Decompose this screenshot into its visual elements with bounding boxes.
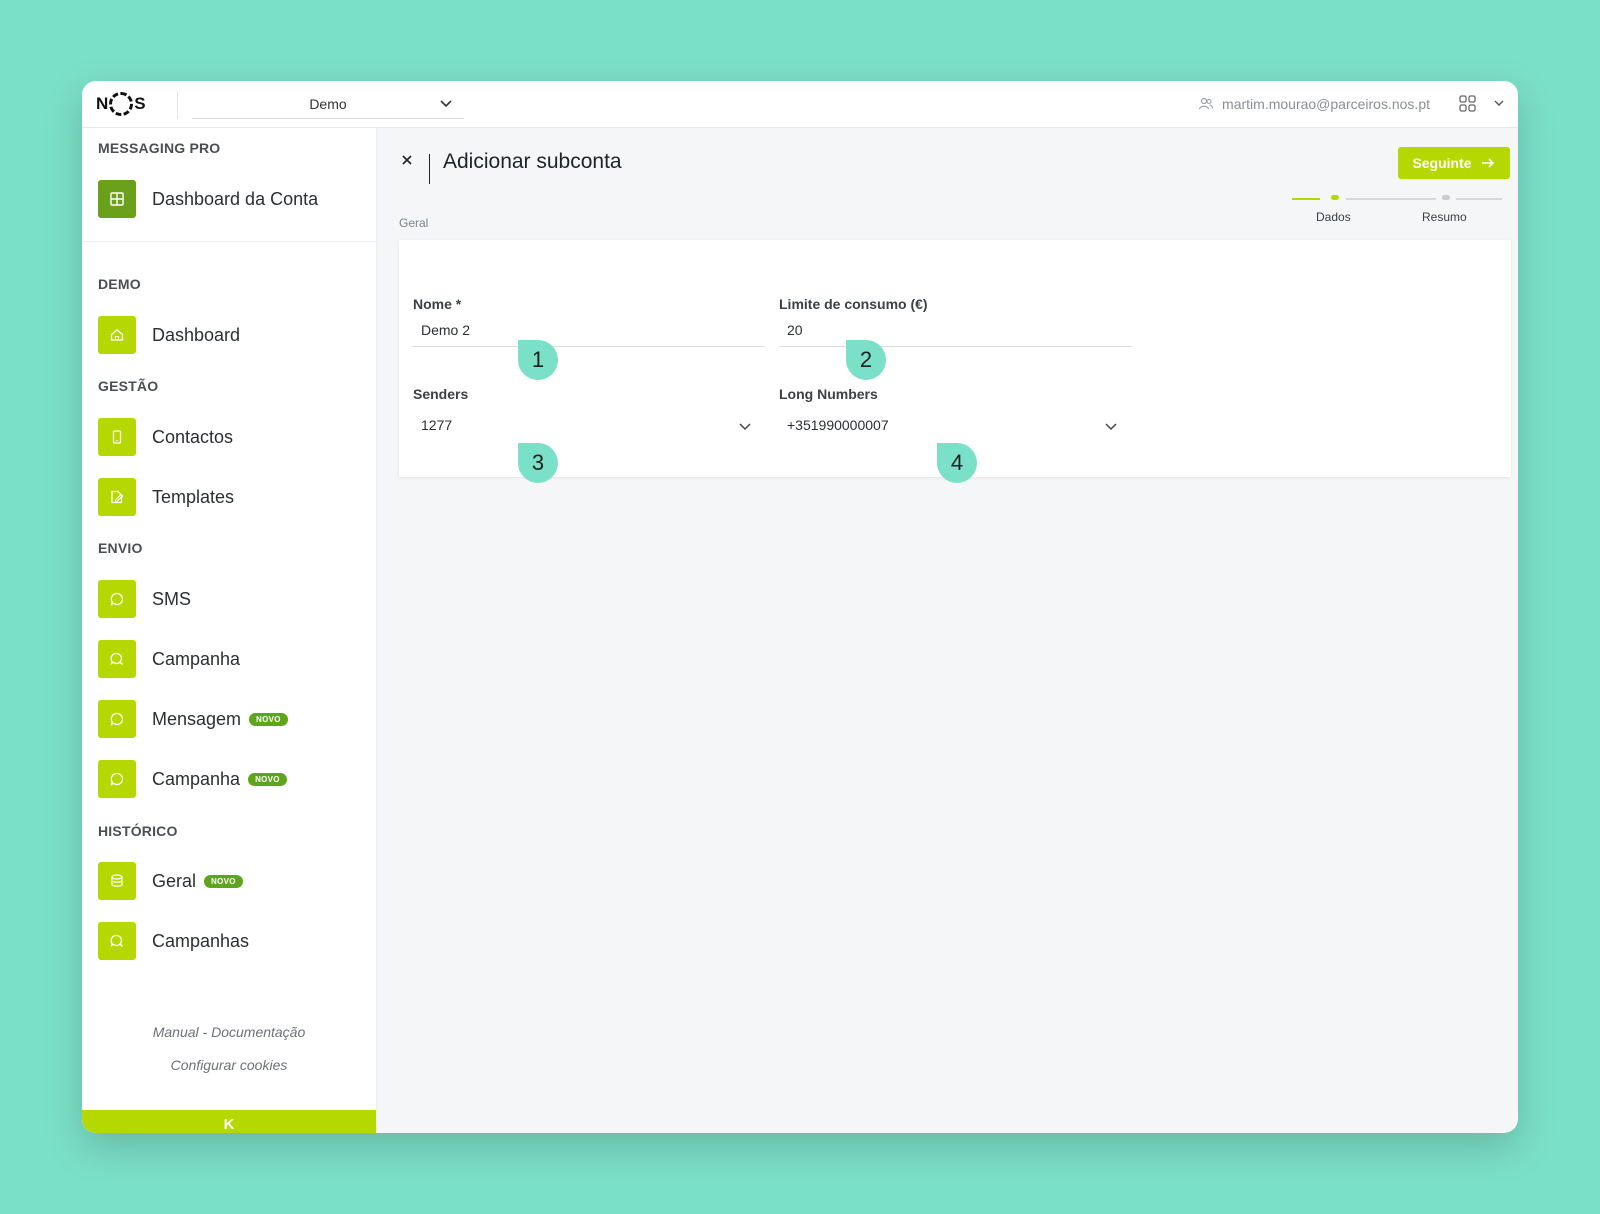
sidebar-item-label: Campanha <box>152 768 241 789</box>
chat-icon <box>98 580 136 618</box>
nos-logo[interactable]: N S <box>96 90 146 118</box>
nome-label: Nome * <box>413 296 462 312</box>
step-label-resumo[interactable]: Resumo <box>1422 210 1467 224</box>
sidebar: MESSAGING PRO Dashboard da Conta DEMO Da… <box>82 128 377 1133</box>
next-button[interactable]: Seguinte <box>1398 147 1510 179</box>
sidebar-divider <box>82 241 376 242</box>
sidebar-item-campanhas[interactable]: Campanhas <box>98 921 249 961</box>
app-window: N S Demo martim.mourao@parceiros.nos.pt <box>82 81 1518 1133</box>
next-button-label: Seguinte <box>1412 155 1472 171</box>
sidebar-item-label: Mensagem <box>152 708 242 729</box>
section-envio: ENVIO <box>98 540 143 556</box>
section-messaging-pro: MESSAGING PRO <box>98 140 221 156</box>
sidebar-item-sms[interactable]: SMS <box>98 579 191 619</box>
stepper-line-done <box>1292 198 1320 200</box>
stepper-line <box>1456 198 1502 200</box>
chevron-down-icon <box>1105 423 1117 431</box>
sidebar-item-label: Templates <box>152 486 235 507</box>
title-divider <box>429 154 430 184</box>
main-content: Adicionar subconta Seguinte Dados Resumo… <box>377 128 1518 1133</box>
senders-select[interactable]: 1277 <box>413 408 765 442</box>
manual-link[interactable]: Manual - Documentação <box>82 1024 376 1040</box>
annotation-marker-1: 1 <box>518 340 558 380</box>
annotation-marker-2: 2 <box>846 340 886 380</box>
users-icon <box>1198 97 1214 110</box>
section-historico: HISTÓRICO <box>98 823 178 839</box>
novo-badge: NOVO <box>248 772 287 786</box>
sidebar-item-campanha[interactable]: Campanha <box>98 639 240 679</box>
novo-badge: NOVO <box>204 874 243 888</box>
logo-letter-n: N <box>96 94 109 113</box>
sidebar-item-label: Dashboard <box>152 324 241 345</box>
account-select[interactable]: Demo <box>192 89 464 119</box>
chat-icon <box>98 760 136 798</box>
stepper: Dados Resumo <box>1292 195 1502 232</box>
long-numbers-label: Long Numbers <box>779 386 878 402</box>
cookies-link[interactable]: Configurar cookies <box>82 1057 376 1073</box>
edit-icon <box>98 478 136 516</box>
home-icon <box>98 316 136 354</box>
chat-search-icon <box>98 640 136 678</box>
grid-icon <box>98 180 136 218</box>
nome-input[interactable]: Demo 2 <box>413 313 765 347</box>
chevron-down-icon[interactable] <box>1492 96 1506 110</box>
collapse-icon: K <box>223 1116 235 1133</box>
section-gestao: GESTÃO <box>98 378 159 394</box>
user-email: martim.mourao@parceiros.nos.pt <box>1222 96 1430 112</box>
breadcrumb: Geral <box>399 216 429 230</box>
sidebar-item-mensagem[interactable]: Mensagem NOVO <box>98 699 288 739</box>
step-label-dados[interactable]: Dados <box>1316 210 1351 224</box>
sidebar-item-contactos[interactable]: Contactos <box>98 417 233 457</box>
annotation-marker-3: 3 <box>518 443 558 483</box>
chat-icon <box>98 700 136 738</box>
sidebar-item-label: Campanha <box>152 648 241 669</box>
step-dot-resumo <box>1442 195 1450 200</box>
form-card: Nome * Demo 2 Limite de consumo (€) 20 S… <box>399 240 1511 477</box>
sidebar-item-dashboard-da-conta[interactable]: Dashboard da Conta <box>98 179 318 219</box>
step-dot-dados <box>1331 195 1339 200</box>
phone-icon <box>98 418 136 456</box>
novo-badge: NOVO <box>249 712 288 726</box>
sidebar-item-label: Contactos <box>152 426 234 447</box>
section-demo: DEMO <box>98 276 141 292</box>
sidebar-item-dashboard[interactable]: Dashboard <box>98 315 240 355</box>
sidebar-item-label: Campanhas <box>152 930 250 951</box>
arrow-right-icon <box>1481 158 1494 168</box>
sidebar-item-templates[interactable]: Templates <box>98 477 234 517</box>
sidebar-item-geral[interactable]: Geral NOVO <box>98 861 243 901</box>
close-icon[interactable] <box>399 152 415 168</box>
senders-label: Senders <box>413 386 469 402</box>
sidebar-item-label: Geral <box>152 870 197 891</box>
stepper-line <box>1346 198 1436 200</box>
sidebar-item-campanha-novo[interactable]: Campanha NOVO <box>98 759 287 799</box>
chat-search-icon <box>98 922 136 960</box>
logo-sun-icon <box>109 92 134 116</box>
topbar-divider <box>177 91 178 119</box>
chevron-down-icon <box>739 423 751 431</box>
user-menu[interactable]: martim.mourao@parceiros.nos.pt <box>1198 93 1430 115</box>
logo-letter-s: S <box>134 94 146 113</box>
senders-value: 1277 <box>421 417 453 433</box>
page-title: Adicionar subconta <box>443 150 622 173</box>
sidebar-item-label: Dashboard da Conta <box>152 188 319 209</box>
apps-grid-icon[interactable] <box>1458 94 1478 114</box>
top-bar: N S Demo martim.mourao@parceiros.nos.pt <box>82 81 1518 128</box>
account-select-value: Demo <box>309 95 347 112</box>
long-numbers-select[interactable]: +351990000007 <box>779 408 1131 442</box>
chevron-down-icon <box>440 100 452 108</box>
sidebar-item-label: SMS <box>152 588 192 609</box>
long-numbers-value: +351990000007 <box>787 417 889 433</box>
database-icon <box>98 862 136 900</box>
limite-input[interactable]: 20 <box>779 313 1131 347</box>
annotation-marker-4: 4 <box>937 443 977 483</box>
collapse-sidebar-button[interactable]: K <box>82 1110 376 1133</box>
limite-label: Limite de consumo (€) <box>779 296 928 312</box>
